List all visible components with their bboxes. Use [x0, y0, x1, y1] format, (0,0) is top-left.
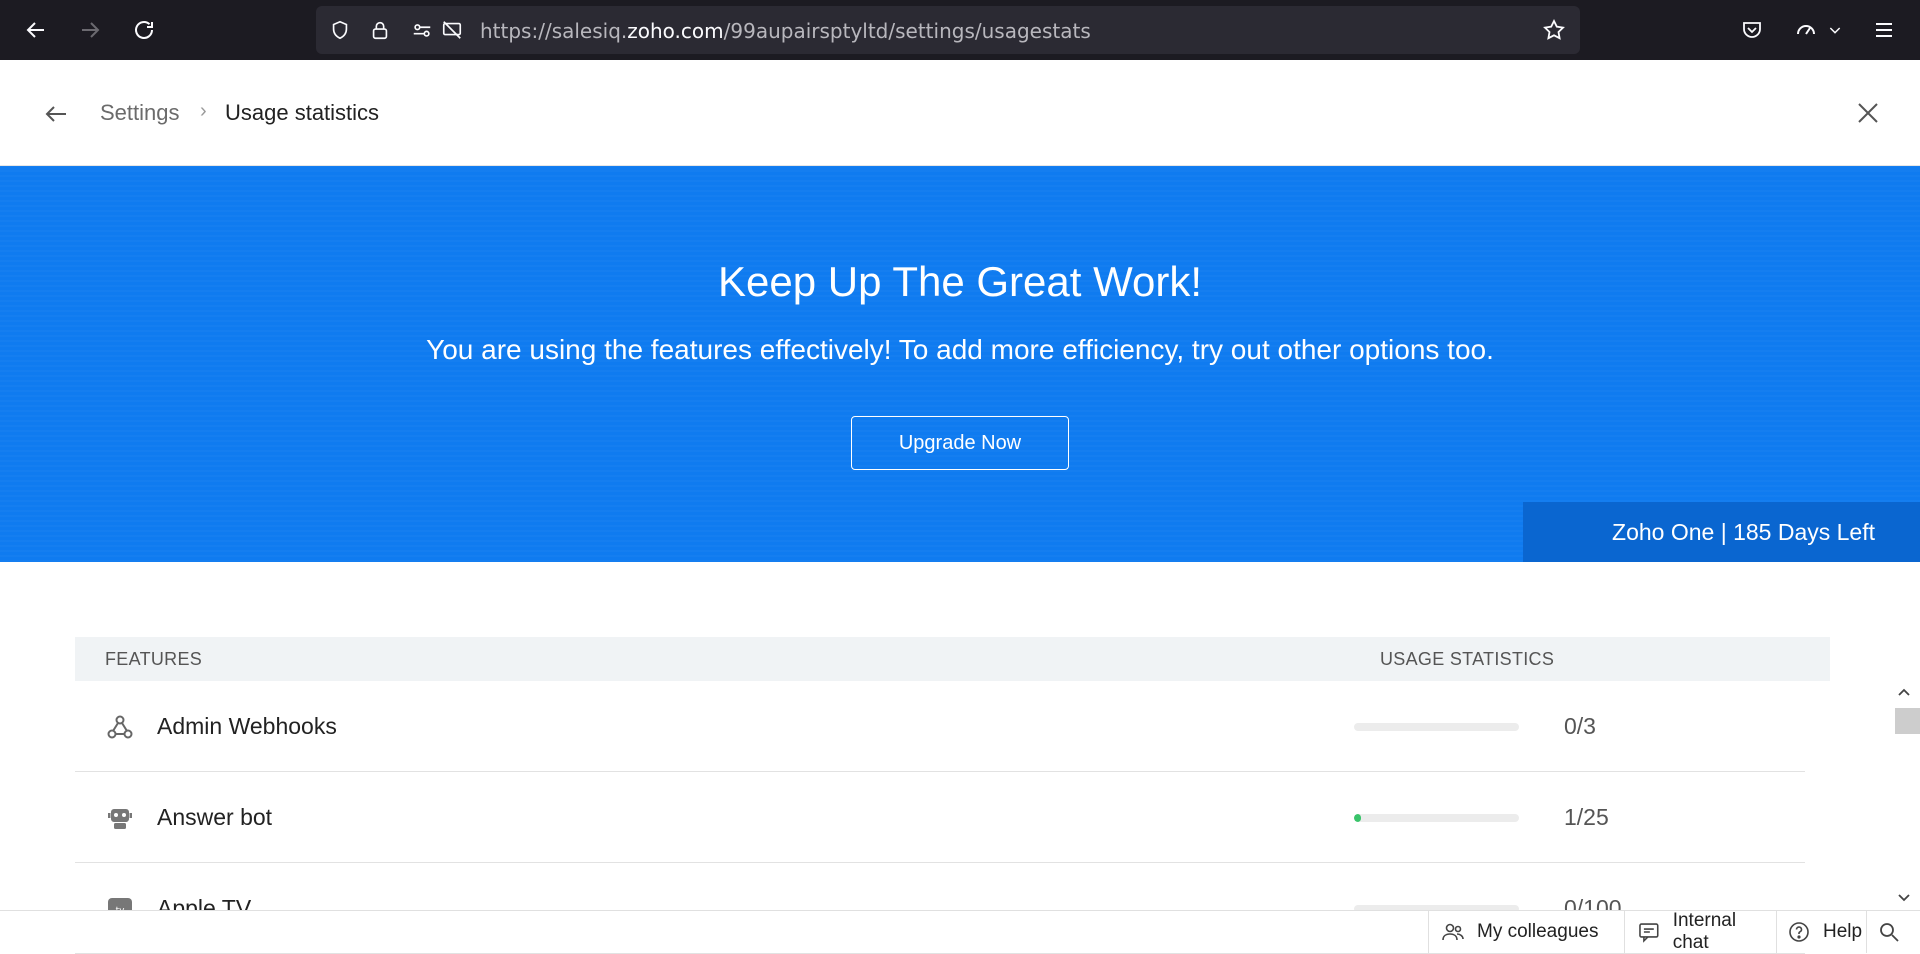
usage-progress-bar — [1354, 723, 1519, 731]
bottom-bar: My colleagues Internal chat Help — [0, 910, 1920, 953]
column-header-features: FEATURES — [105, 649, 203, 669]
url-text[interactable]: https://salesiq.zoho.com/99aupairsptyltd… — [480, 19, 1091, 43]
scrollbar-thumb[interactable] — [1895, 708, 1920, 734]
banner-title: Keep Up The Great Work! — [717, 258, 1202, 305]
pocket-icon[interactable] — [1738, 16, 1766, 44]
search-button[interactable] — [1866, 911, 1920, 953]
lock-icon[interactable] — [368, 18, 392, 42]
permissions-icon[interactable] — [410, 18, 434, 42]
forward-icon[interactable] — [70, 10, 110, 50]
bot-icon — [105, 803, 135, 833]
scroll-up-arrow-icon[interactable] — [1894, 682, 1914, 702]
breadcrumb-settings[interactable]: Settings — [100, 100, 180, 126]
browser-toolbar: https://salesiq.zoho.com/99aupairsptyltd… — [0, 0, 1920, 60]
usage-progress-bar — [1354, 814, 1519, 822]
table-row: Admin Webhooks 0/3 — [75, 681, 1805, 772]
breadcrumb-separator: › — [200, 100, 207, 122]
usage-value: 0/3 — [1564, 713, 1596, 739]
table-header: FEATURES USAGE STATISTICS — [75, 637, 1830, 681]
webhook-icon — [105, 712, 135, 742]
table-row: Answer bot 1/25 — [75, 772, 1805, 863]
search-icon — [1880, 923, 1899, 942]
bookmark-star-icon[interactable] — [1542, 18, 1566, 42]
reload-icon[interactable] — [124, 10, 164, 50]
back-icon[interactable] — [16, 10, 56, 50]
upgrade-now-button[interactable]: Upgrade Now — [851, 416, 1069, 470]
shield-icon[interactable] — [328, 18, 352, 42]
usage-progress-fill — [1354, 814, 1361, 822]
chevron-down-icon[interactable] — [1826, 16, 1844, 44]
plan-badge: Zoho One | 185 Days Left — [1523, 502, 1920, 562]
screen-share-blocked-icon[interactable] — [440, 18, 464, 42]
scroll-down-arrow-icon[interactable] — [1894, 888, 1914, 908]
usage-banner: Keep Up The Great Work! You are using th… — [0, 166, 1920, 562]
help-button[interactable]: Help — [1776, 911, 1866, 953]
back-arrow-icon[interactable] — [40, 98, 72, 130]
page-header: Settings › Usage statistics — [0, 60, 1920, 166]
page-title: Usage statistics — [225, 100, 380, 125]
help-icon — [1789, 922, 1809, 942]
extension-icon[interactable] — [1792, 16, 1820, 44]
colleagues-icon — [1442, 923, 1464, 941]
my-colleagues-label: My colleagues — [1477, 921, 1599, 942]
banner-subtitle: You are using the features effectively! … — [426, 334, 1494, 365]
close-icon[interactable] — [1853, 98, 1883, 128]
internal-chat-label: Internal chat — [1672, 910, 1737, 953]
usage-value: 1/25 — [1564, 804, 1609, 830]
my-colleagues-button[interactable]: My colleagues — [1428, 911, 1624, 953]
column-header-usage: USAGE STATISTICS — [1380, 649, 1555, 669]
menu-icon[interactable] — [1870, 16, 1898, 44]
url-bar[interactable]: https://salesiq.zoho.com/99aupairsptyltd… — [316, 6, 1580, 54]
feature-name: Answer bot — [157, 804, 273, 830]
help-label: Help — [1823, 921, 1863, 942]
chat-icon — [1639, 923, 1659, 943]
internal-chat-button[interactable]: Internal chat — [1624, 910, 1776, 953]
feature-name: Admin Webhooks — [157, 713, 337, 739]
